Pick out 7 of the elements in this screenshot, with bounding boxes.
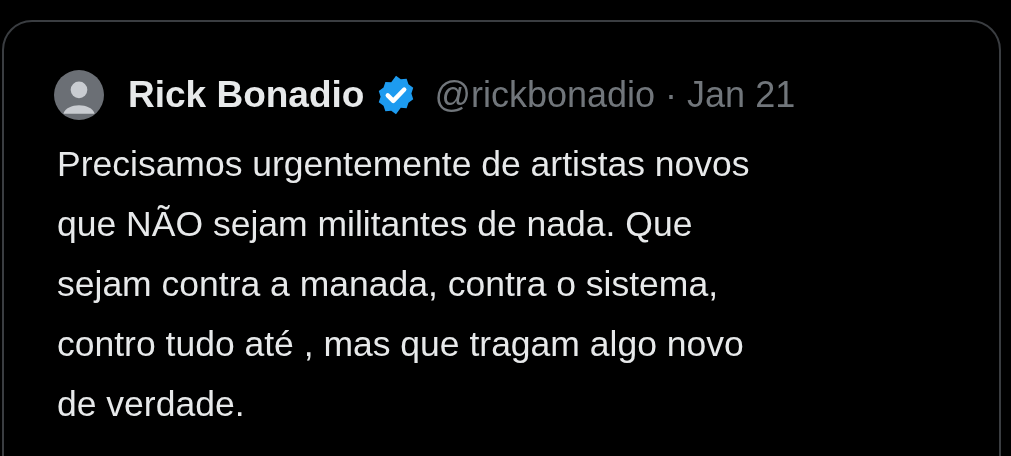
author-handle[interactable]: @rickbonadio [434, 74, 656, 116]
author-name[interactable]: Rick Bonadio [128, 74, 365, 116]
avatar-icon[interactable] [54, 70, 104, 120]
quoted-tweet-card[interactable] [2, 20, 1001, 456]
separator-dot: · [665, 74, 678, 116]
tweet-text: Precisamos urgentemente de artistas novos que NÃO sejam militantes de nada. Que sejam contra a manada, contra o sistema, contro tudo até , mas que tragam algo novo de verdade. [57, 143, 751, 426]
post-date[interactable]: Jan 21 [687, 74, 796, 116]
